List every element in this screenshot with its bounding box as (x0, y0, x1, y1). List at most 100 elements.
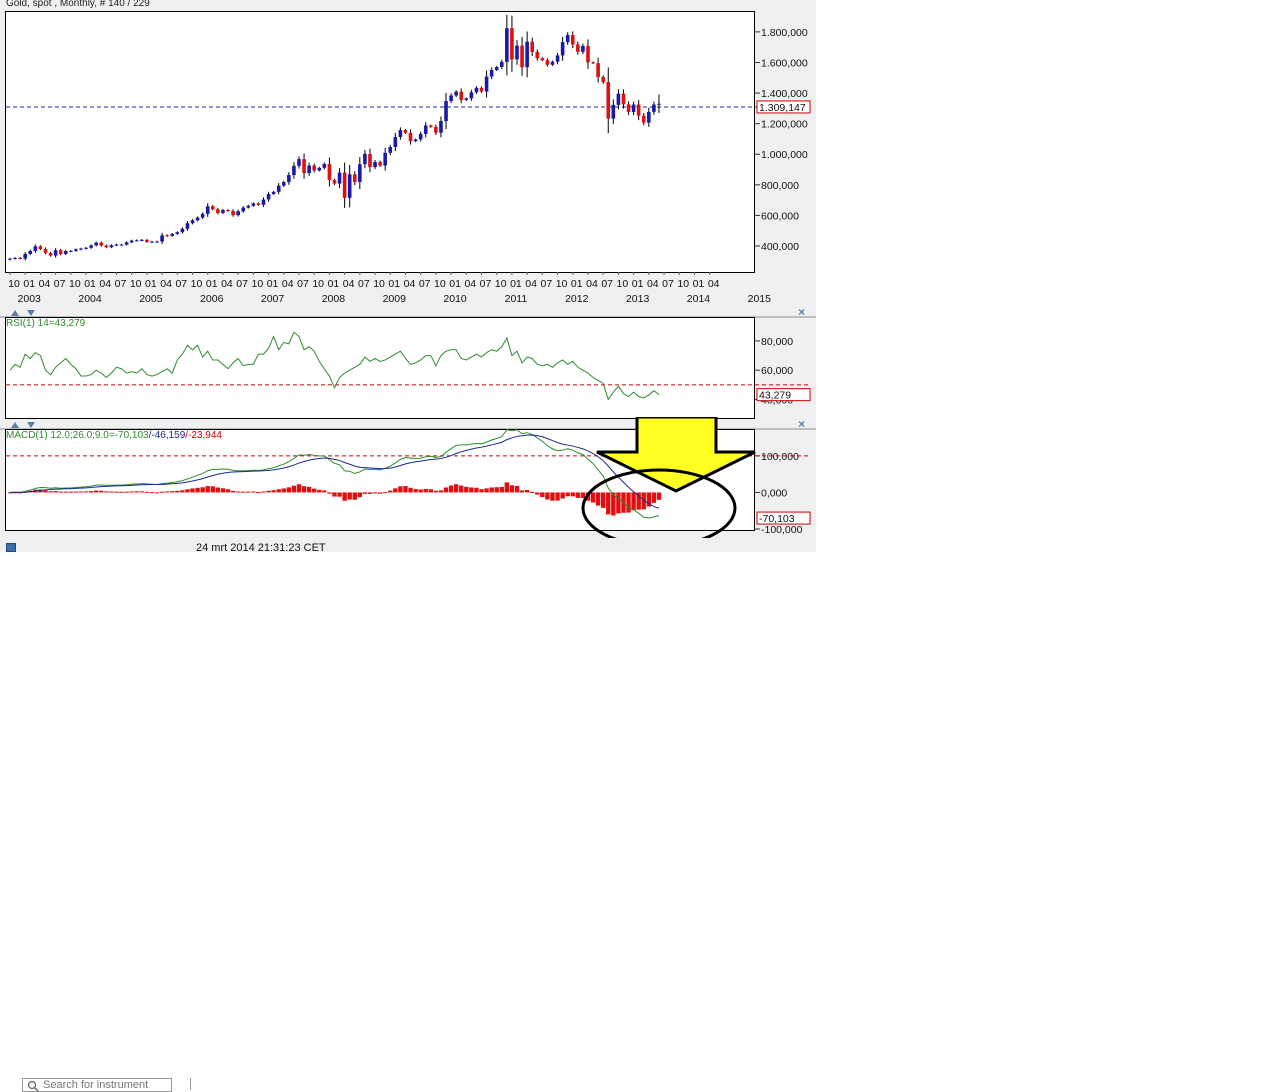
x-tick-label: 10 (8, 278, 20, 290)
candle-body (317, 167, 322, 171)
candle-body (378, 162, 382, 166)
x-tick-label: 07 (358, 278, 370, 290)
macd-line (9, 429, 660, 519)
x-tick-label: 01 (23, 278, 35, 290)
status-divider (190, 1078, 191, 1090)
macd-histogram-bar (398, 486, 403, 493)
macd-histogram-bar (332, 492, 337, 497)
x-tick-label: 07 (115, 278, 127, 290)
candle-body (155, 241, 159, 243)
last-price-label: 1.309,147 (759, 102, 806, 114)
y-tick-label: 800,000 (761, 180, 799, 192)
candle-body (515, 45, 519, 60)
candle-body (373, 162, 377, 168)
macd-histogram-bar (469, 487, 474, 493)
candle-body (312, 165, 316, 171)
macd-histogram-bar (631, 492, 636, 511)
candle-body (342, 172, 347, 198)
candle-body (251, 203, 256, 206)
macd-histogram-bar (484, 488, 489, 493)
y-tick-label: 1.400,000 (761, 88, 808, 100)
macd-histogram-bar (215, 487, 221, 493)
candle-body (636, 104, 641, 116)
candle-body (281, 182, 286, 186)
macd-histogram-bar (514, 485, 520, 493)
x-tick-label: 04 (282, 278, 294, 290)
x-year-label: 2006 (200, 293, 224, 305)
candle-body (363, 153, 367, 165)
macd-last-label: -70,103 (759, 513, 795, 525)
macd-histogram-bar (73, 491, 79, 493)
macd-histogram-bar (464, 486, 469, 493)
macd-chart[interactable]: 100,000 0,000 -100,000-70,103 (0, 417, 816, 541)
candle-body (74, 249, 78, 251)
macd-histogram-bar (291, 485, 297, 493)
y-tick-label: 1.800,000 (761, 27, 808, 39)
candle-body (550, 61, 555, 65)
x-tick-label: 10 (373, 278, 385, 290)
candle-body (596, 63, 600, 78)
macd-histogram-bar (342, 492, 347, 501)
candle-body (398, 130, 403, 137)
x-year-label: 2012 (565, 293, 589, 305)
instrument-search-field[interactable] (22, 1078, 172, 1092)
collapse-down-icon[interactable] (27, 310, 35, 316)
y-tick-label: 600,000 (761, 210, 799, 222)
candle-body (525, 41, 529, 68)
candle-body (53, 250, 58, 256)
macd-histogram-bar (616, 492, 621, 514)
x-tick-label: 01 (449, 278, 461, 290)
macd-histogram-bar (281, 488, 286, 493)
candle-body (611, 104, 616, 119)
macd-histogram-bar (555, 492, 560, 501)
macd-histogram-bar (570, 492, 575, 497)
macd-histogram-bar (418, 489, 423, 493)
macd-histogram-bar (337, 492, 342, 497)
x-year-label: 2003 (18, 293, 42, 305)
candle-body (332, 180, 337, 184)
x-tick-label: 04 (647, 278, 659, 290)
x-tick-label: 07 (601, 278, 613, 290)
candle-body (48, 252, 53, 256)
macd-histogram-bar (230, 490, 236, 493)
status-square-icon[interactable] (6, 543, 16, 552)
candle-body (586, 45, 590, 63)
x-tick-label: 01 (267, 278, 279, 290)
x-tick-label: 01 (84, 278, 96, 290)
y-tick-label: 1.200,000 (761, 119, 808, 131)
x-tick-label: 04 (221, 278, 233, 290)
candle-body (581, 45, 585, 52)
macd-histogram-bar (109, 491, 114, 493)
candle-body (175, 232, 180, 234)
search-input[interactable] (43, 1079, 168, 1091)
macd-histogram-bar (48, 491, 53, 493)
collapse-up-icon[interactable] (11, 310, 19, 316)
candle-body (190, 220, 195, 224)
candle-body (383, 152, 387, 166)
rsi-chart[interactable]: 80,00060,00040,00043,279 (0, 317, 816, 421)
candle-body (170, 233, 175, 236)
macd-histogram-bar (256, 491, 261, 493)
macd-histogram-bar (129, 491, 134, 493)
candle-body (555, 55, 560, 62)
macd-histogram-bar (322, 490, 327, 493)
candle-body (150, 241, 154, 243)
price-chart[interactable]: 10 01 04 07 10 01 04 07 10 01 04 07 10 01 04 07 10 01 04 07… (0, 0, 816, 310)
chart-window: Gold, spot , Monthly, # 140 / 229 10 01 04… (0, 0, 816, 1092)
candle-body (124, 242, 129, 245)
x-tick-label: 04 (586, 278, 598, 290)
candle-body (271, 191, 276, 194)
x-year-label: 2007 (261, 293, 285, 305)
candle-body (33, 246, 38, 251)
macd-histogram-bar (600, 492, 606, 508)
macd-histogram-bar (367, 492, 373, 494)
candle-body (28, 250, 33, 254)
macd-histogram-bar (180, 490, 185, 493)
macd-histogram-bar (519, 490, 525, 493)
candle-body (327, 164, 332, 181)
candle-body (657, 103, 661, 105)
macd-histogram-bar (479, 489, 484, 493)
macd-histogram-bar (68, 491, 74, 493)
x-tick-label: 07 (480, 278, 492, 290)
macd-histogram-bar (83, 491, 89, 493)
